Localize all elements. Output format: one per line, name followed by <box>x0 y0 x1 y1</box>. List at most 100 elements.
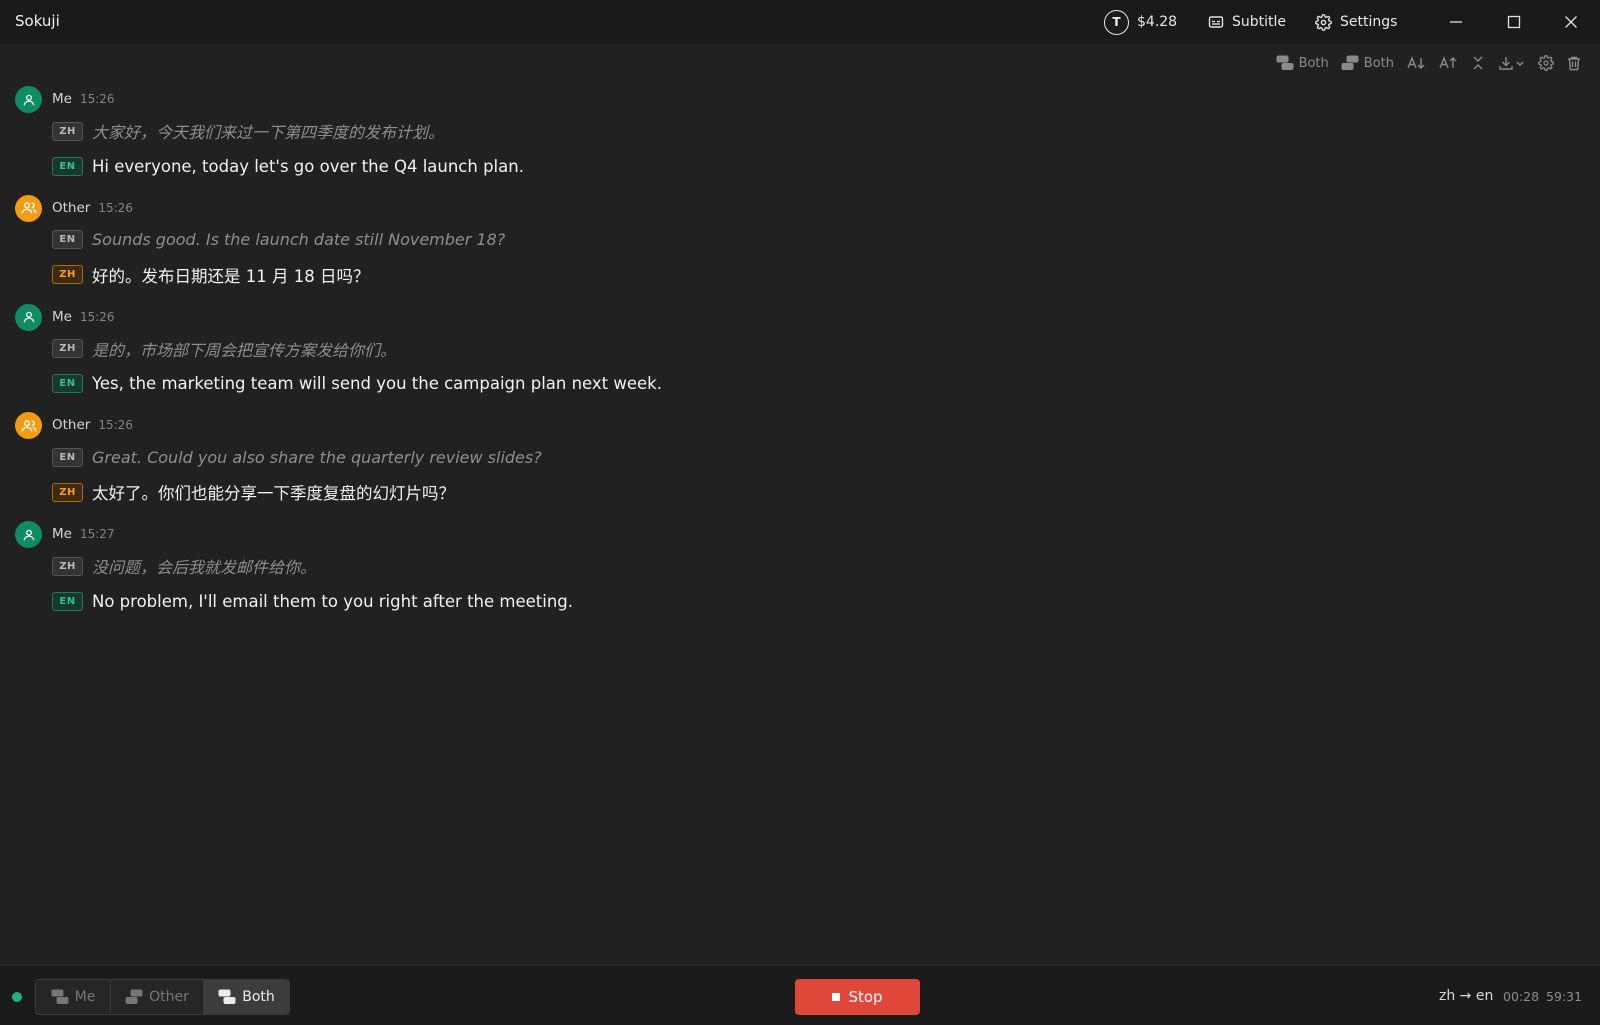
speaker-avatar <box>15 412 42 440</box>
token-balance[interactable]: T $4.28 <box>1104 0 1177 44</box>
translation-line: EN Hi everyone, today let's go over the … <box>52 155 524 177</box>
title-bar: Sokuji T $4.28 Subtitle Settings <box>0 0 1600 44</box>
close-button[interactable] <box>1551 0 1591 44</box>
transcript-list: Me 15:26 ZH 大家好，今天我们来过一下第四季度的发布计划。 EN Hi … <box>15 86 1575 630</box>
download-icon <box>1499 57 1524 70</box>
export-button[interactable] <box>1492 50 1532 76</box>
translation-text: No problem, I'll email them to you right… <box>92 591 573 611</box>
chat-bubbles-icon <box>51 989 69 1004</box>
settings-label: Settings <box>1340 14 1398 30</box>
mode-me-label: Me <box>74 989 96 1005</box>
speaker-avatar <box>15 86 42 113</box>
token-icon: T <box>1104 9 1129 35</box>
view-mode-label-1: Both <box>1298 55 1329 71</box>
view-mode-toggle-2[interactable]: Both <box>1335 50 1400 76</box>
speaker-avatar <box>15 303 42 331</box>
collapse-icon <box>1473 56 1483 70</box>
mode-both-button[interactable]: Both <box>204 980 289 1014</box>
view-mode-label-2: Both <box>1363 55 1394 71</box>
transcript-settings-button[interactable] <box>1532 50 1560 76</box>
source-text: 没问题，会后我就发邮件给你。 <box>92 558 317 577</box>
gear-icon <box>1315 13 1332 31</box>
transcript-message: Other 15:26 EN Sounds good. Is the launch… <box>15 194 1575 304</box>
settings-button[interactable]: Settings <box>1315 0 1397 44</box>
target-lang-badge: ZH <box>52 265 83 285</box>
message-time: 15:26 <box>79 92 115 106</box>
user-icon <box>23 529 34 540</box>
remaining-time: 59:31 <box>1546 989 1583 1004</box>
mode-both-label: Both <box>242 989 275 1005</box>
speaker-mode-selector: Me Other Both <box>35 979 290 1015</box>
stop-button[interactable]: Stop <box>795 979 920 1015</box>
speaker-name: Me <box>52 91 72 107</box>
source-line: ZH 是的，市场部下周会把宣传方案发给你们。 <box>52 338 396 360</box>
gear-icon <box>1538 55 1554 71</box>
translation-line: EN Yes, the marketing team will send you… <box>52 373 662 395</box>
source-lang-badge: ZH <box>52 121 83 141</box>
users-icon <box>21 202 36 214</box>
translation-text: Yes, the marketing team will send you th… <box>92 374 662 393</box>
speaker-name: Me <box>52 526 72 542</box>
source-lang-badge: EN <box>52 447 83 467</box>
stop-label: Stop <box>848 988 883 1006</box>
source-lang-badge: ZH <box>52 556 83 576</box>
chat-bubbles-icon <box>218 989 236 1004</box>
source-lang-badge: EN <box>52 230 83 250</box>
speaker-avatar <box>15 521 42 548</box>
subtitle-button[interactable]: Subtitle <box>1208 0 1286 44</box>
target-lang-badge: EN <box>52 591 83 611</box>
subtitle-label: Subtitle <box>1232 14 1287 30</box>
user-icon <box>23 94 34 105</box>
users-icon <box>21 420 36 432</box>
chat-bubbles-icon <box>125 989 143 1004</box>
source-text: Great. Could you also share the quarterl… <box>92 447 542 467</box>
transcript-toolbar: Both Both <box>1270 50 1588 76</box>
chat-bubbles-icon <box>1341 55 1359 71</box>
user-icon <box>23 311 34 323</box>
translation-line: ZH 太好了。你们也能分享一下季度复盘的幻灯片吗？ <box>52 481 455 503</box>
speaker-name: Other <box>52 417 91 434</box>
clear-button[interactable] <box>1560 50 1588 76</box>
transcript-message: Me 15:27 ZH 没问题，会后我就发邮件给你。 EN No problem,… <box>15 521 1575 630</box>
translation-text: 好的。发布日期还是 11 月 18 日吗？ <box>92 266 370 286</box>
status-indicator <box>12 992 22 1002</box>
source-text: 大家好，今天我们来过一下第四季度的发布计划。 <box>92 123 445 142</box>
font-increase-button[interactable] <box>1432 50 1464 76</box>
transcript-message: Me 15:26 ZH 是的，市场部下周会把宣传方案发给你们。 EN Yes, t… <box>15 303 1575 413</box>
message-time: 15:26 <box>98 418 133 433</box>
stop-icon <box>832 993 841 1001</box>
source-line: ZH 没问题，会后我就发邮件给你。 <box>52 555 316 577</box>
source-line: ZH 大家好，今天我们来过一下第四季度的发布计划。 <box>52 120 444 142</box>
source-line: EN Great. Could you also share the quart… <box>52 446 542 468</box>
control-bar: Me Other Both Stop zh → en 00:28 59:31 <box>0 965 1600 1025</box>
font-decrease-button[interactable] <box>1400 50 1432 76</box>
subtitle-icon <box>1208 14 1224 30</box>
chat-bubbles-icon <box>1276 55 1294 71</box>
source-line: EN Sounds good. Is the launch date still… <box>52 229 505 251</box>
target-lang-badge: EN <box>52 374 83 393</box>
source-lang-badge: ZH <box>52 339 83 358</box>
close-icon <box>1565 16 1577 28</box>
source-text: Sounds good. Is the launch date still No… <box>92 230 506 250</box>
speaker-name: Me <box>52 308 72 325</box>
transcript-message: Other 15:26 EN Great. Could you also shar… <box>15 412 1575 521</box>
transcript-message: Me 15:26 ZH 大家好，今天我们来过一下第四季度的发布计划。 EN Hi … <box>15 86 1575 195</box>
elapsed-time: 00:28 <box>1503 989 1540 1004</box>
maximize-button[interactable] <box>1494 0 1534 44</box>
target-lang-badge: EN <box>52 156 83 176</box>
source-text: 是的，市场部下周会把宣传方案发给你们。 <box>92 340 397 360</box>
translation-text: Hi everyone, today let's go over the Q4 … <box>92 156 524 176</box>
message-time: 15:26 <box>98 200 133 215</box>
translation-text: 太好了。你们也能分享一下季度复盘的幻灯片吗？ <box>92 484 455 504</box>
minimize-icon <box>1450 21 1462 23</box>
font-size-down-icon <box>1407 56 1425 69</box>
minimize-button[interactable] <box>1436 0 1476 44</box>
speaker-name: Other <box>52 199 91 216</box>
mode-me-button[interactable]: Me <box>36 980 111 1014</box>
maximize-icon <box>1507 15 1521 29</box>
collapse-button[interactable] <box>1464 50 1492 76</box>
translation-line: ZH 好的。发布日期还是 11 月 18 日吗？ <box>52 264 369 286</box>
view-mode-toggle-1[interactable]: Both <box>1270 50 1335 76</box>
language-pair: zh → en <box>1439 988 1494 1004</box>
mode-other-button[interactable]: Other <box>111 980 204 1014</box>
